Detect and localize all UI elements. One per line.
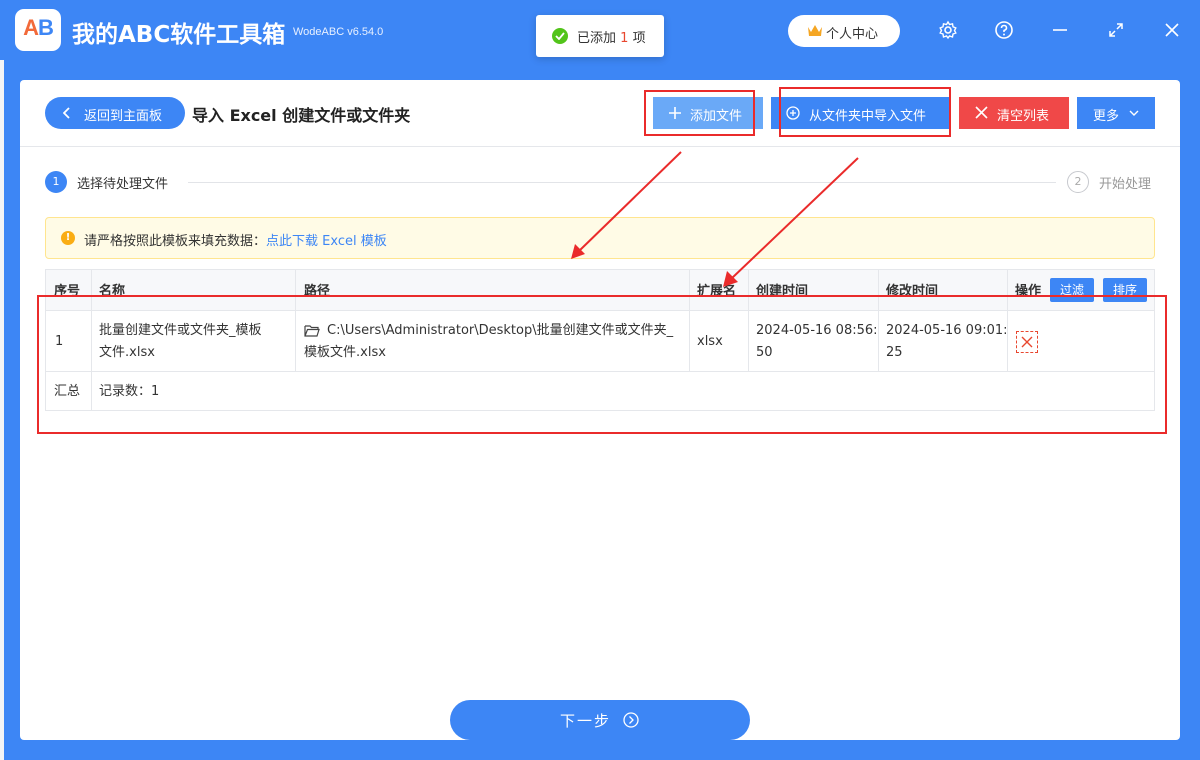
annotation-arrows: [571, 151, 859, 287]
annotation-arrow-1: [577, 151, 682, 253]
annotation-arrow-2: [730, 157, 859, 280]
